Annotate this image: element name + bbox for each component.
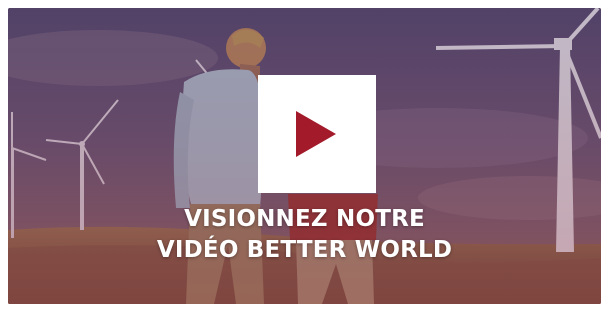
- video-frame: VISIONNEZ NOTRE VIDÉO BETTER WORLD: [0, 0, 609, 312]
- caption-line-1: VISIONNEZ NOTRE: [184, 206, 425, 232]
- play-button[interactable]: [258, 75, 376, 193]
- play-icon: [296, 111, 336, 157]
- caption-line-2: VIDÉO BETTER WORLD: [156, 237, 453, 263]
- video-thumbnail[interactable]: VISIONNEZ NOTRE VIDÉO BETTER WORLD: [8, 8, 601, 304]
- video-caption: VISIONNEZ NOTRE VIDÉO BETTER WORLD: [8, 204, 601, 266]
